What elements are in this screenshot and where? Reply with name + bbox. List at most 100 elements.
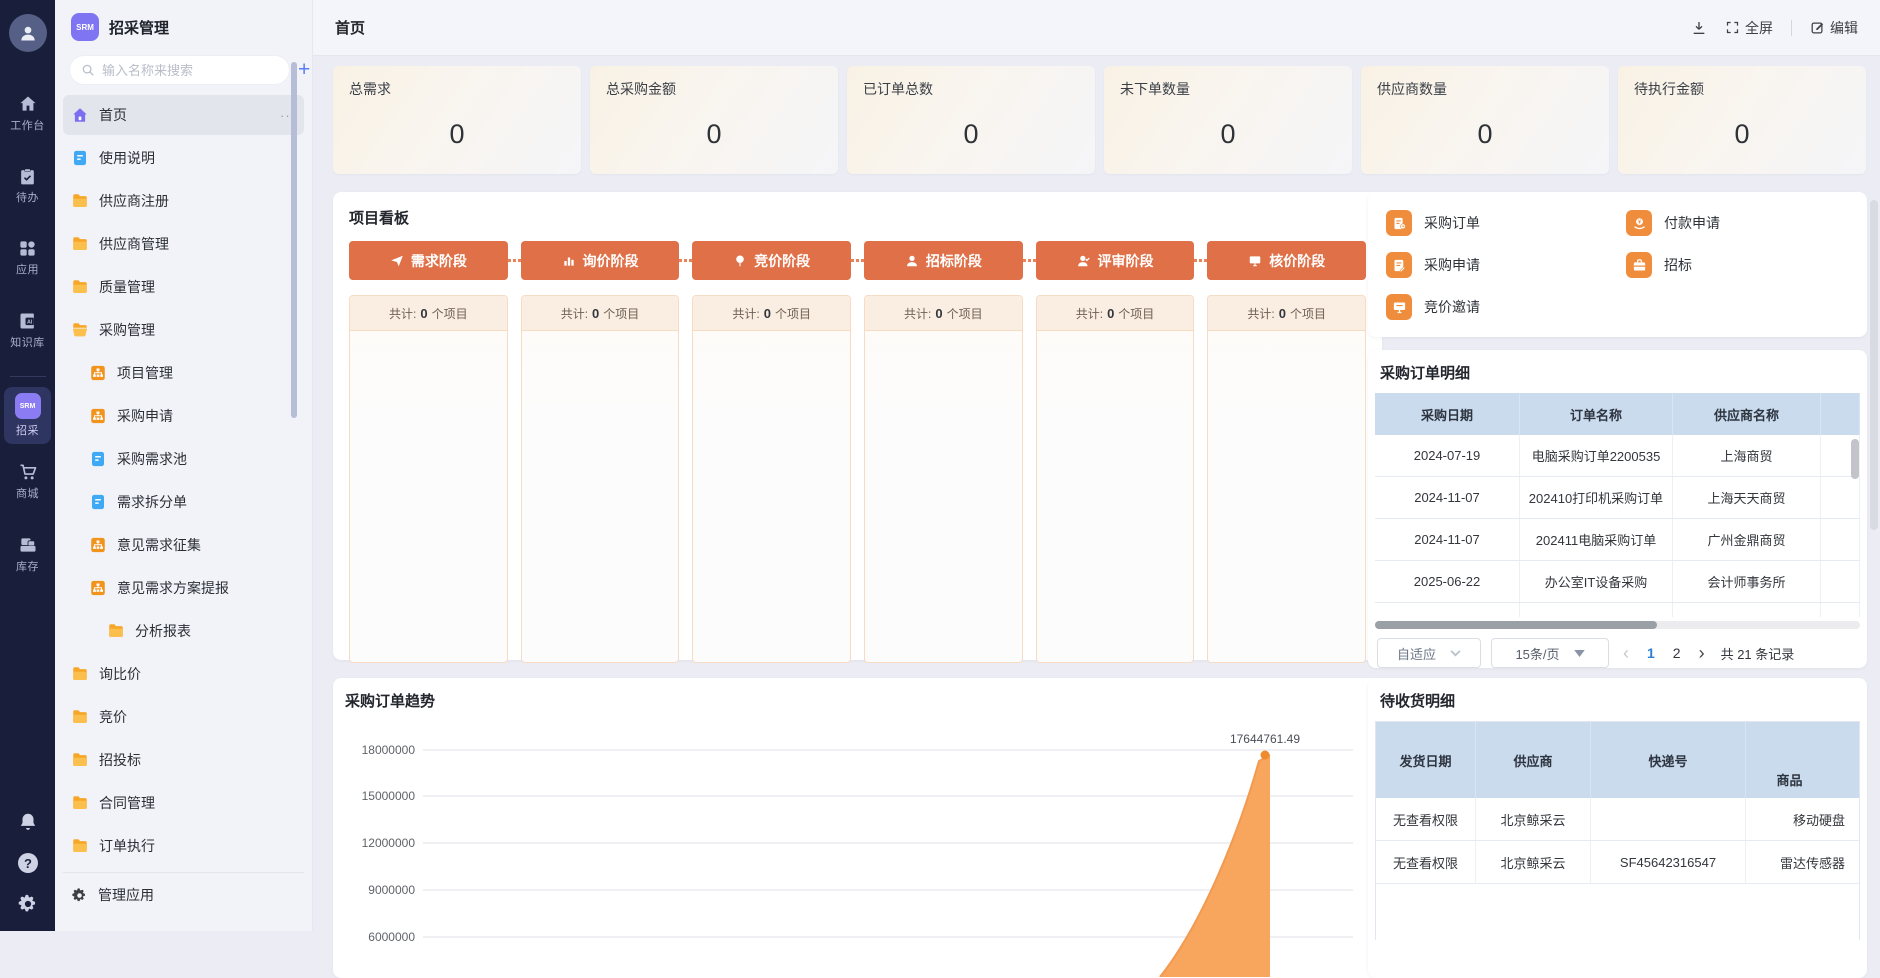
quick-link-label: 采购申请 xyxy=(1424,255,1480,275)
table-horizontal-scrollbar[interactable] xyxy=(1375,621,1860,629)
sidebar-item-tender[interactable]: 招投标 xyxy=(63,740,304,780)
sidebar-item-project-mgmt[interactable]: 项目管理 xyxy=(63,353,304,393)
settings-gear-icon[interactable] xyxy=(17,893,39,915)
rail-item-mall[interactable]: 商城 xyxy=(4,456,51,507)
page-title: 首页 xyxy=(335,17,365,38)
sidebar-item-purchase-mgmt[interactable]: 采购管理 xyxy=(63,310,304,350)
receiving-table-empty-area xyxy=(1375,884,1860,940)
col-purchase-date: 采购日期 xyxy=(1375,393,1520,435)
svg-text:AI: AI xyxy=(26,319,32,325)
rail-item-workbench[interactable]: 工作台 xyxy=(4,88,51,139)
sidebar-item-rfq[interactable]: 询比价 xyxy=(63,654,304,694)
quick-link-label: 付款申请 xyxy=(1664,213,1720,233)
quick-link-tender[interactable]: 招标 xyxy=(1626,244,1849,286)
sidebar-item-analysis-report[interactable]: 分析报表 xyxy=(63,611,304,651)
quick-link-label: 采购订单 xyxy=(1424,213,1480,233)
stage-button-auction[interactable]: 竞价阶段 xyxy=(692,241,851,280)
table-row[interactable]: 2025-06-22 办公室IT设备采购 会计师事务所 xyxy=(1375,561,1860,603)
sidebar-item-demand-pool[interactable]: 采购需求池 xyxy=(63,439,304,479)
add-icon[interactable]: + xyxy=(298,59,314,82)
sidebar-item-purchase-request[interactable]: 采购申请 xyxy=(63,396,304,436)
trend-area-chart: 18000000 15000000 12000000 9000000 60000… xyxy=(333,715,1382,977)
y-tick: 6000000 xyxy=(368,930,415,944)
trend-title: 采购订单趋势 xyxy=(333,690,1382,711)
receiving-panel: 待收货明细 发货日期 供应商 快递号 商品 无查看权限 北京鲸采云 移动硬盘 无… xyxy=(1368,678,1867,978)
prev-page-button[interactable]: ‹ xyxy=(1619,643,1633,664)
user-avatar[interactable] xyxy=(9,14,47,52)
edit-icon xyxy=(1810,20,1825,35)
sidebar-item-home[interactable]: 首页 ··· xyxy=(63,95,304,135)
briefcase-icon xyxy=(1626,252,1652,278)
rail-item-apps[interactable]: 应用 xyxy=(4,233,51,283)
stage-button-pricing[interactable]: 核价阶段 xyxy=(1207,241,1366,280)
sidebar-item-usage[interactable]: 使用说明 xyxy=(63,138,304,178)
table-row[interactable]: 2024-11-07 202410打印机采购订单 上海天天商贸 xyxy=(1375,477,1860,519)
rail-item-inventory[interactable]: 库存 xyxy=(4,529,51,580)
page-scrollbar[interactable] xyxy=(1870,200,1878,530)
table-vertical-scrollbar[interactable] xyxy=(1851,439,1859,479)
sidebar-item-opinion-plan[interactable]: 意见需求方案提报 xyxy=(63,568,304,608)
sidebar-item-order-exec[interactable]: 订单执行 xyxy=(63,826,304,866)
sidebar-item-label: 订单执行 xyxy=(99,836,296,856)
order-table-header: 采购日期 订单名称 供应商名称 xyxy=(1375,393,1860,435)
app-title: 招采管理 xyxy=(109,17,169,38)
folder-icon xyxy=(71,708,89,726)
help-icon[interactable]: ? xyxy=(16,851,40,875)
stat-value: 0 xyxy=(349,119,565,150)
table-row[interactable]: 2024-11-07 202411电脑采购订单 广州金鼎商贸 xyxy=(1375,519,1860,561)
quick-link-auction-invite[interactable]: 竞价邀请 xyxy=(1386,286,1626,328)
table-row[interactable]: 无查看权限 北京鲸采云 SF45642316547 雷达传感器 xyxy=(1376,841,1859,884)
sidebar-item-bidding[interactable]: 竞价 xyxy=(63,697,304,737)
gear-icon xyxy=(71,887,88,904)
fit-mode-select[interactable]: 自适应 xyxy=(1377,638,1481,668)
edit-button[interactable]: 编辑 xyxy=(1810,18,1858,38)
stage-button-tender[interactable]: 招标阶段 xyxy=(864,241,1023,280)
paper-plane-icon xyxy=(390,254,404,268)
sidebar-item-opinion-collect[interactable]: 意见需求征集 xyxy=(63,525,304,565)
download-button[interactable] xyxy=(1691,20,1707,36)
quick-link-purchase-order[interactable]: 采购订单 xyxy=(1386,202,1626,244)
bar-chart-icon xyxy=(562,254,576,268)
col-supplier: 供应商 xyxy=(1476,722,1591,798)
stat-card-suppliers: 供应商数量 0 xyxy=(1361,66,1609,174)
rail-item-knowledge[interactable]: AI 知识库 xyxy=(4,305,51,356)
total-records: 共 21 条记录 xyxy=(1721,644,1795,663)
home-icon xyxy=(18,94,38,114)
sidebar-item-contract[interactable]: 合同管理 xyxy=(63,783,304,823)
table-row[interactable]: 无查看权限 北京鲸采云 移动硬盘 xyxy=(1376,798,1859,841)
page-size-select[interactable]: 15条/页 xyxy=(1491,638,1609,668)
sidebar-item-quality-mgmt[interactable]: 质量管理 xyxy=(63,267,304,307)
stat-value: 0 xyxy=(863,119,1079,150)
bell-icon[interactable] xyxy=(17,811,39,833)
folder-icon xyxy=(107,622,125,640)
org-chart-icon xyxy=(89,364,107,382)
search-box[interactable] xyxy=(69,55,290,85)
stage-button-review[interactable]: 评审阶段 xyxy=(1036,241,1195,280)
next-page-button[interactable]: › xyxy=(1695,643,1709,664)
page-number-1[interactable]: 1 xyxy=(1643,645,1659,661)
stage-label: 询价阶段 xyxy=(583,251,639,271)
page-number-2[interactable]: 2 xyxy=(1669,645,1685,661)
sidebar-scrollbar[interactable] xyxy=(291,62,297,418)
stat-label: 总需求 xyxy=(349,79,565,99)
stage-button-inquiry[interactable]: 询价阶段 xyxy=(521,241,680,280)
quick-link-payment-request[interactable]: ¥ 付款申请 xyxy=(1626,202,1849,244)
chevron-down-icon xyxy=(1450,650,1461,657)
sidebar-item-admin-app[interactable]: 管理应用 xyxy=(63,875,304,915)
sidebar-item-supplier-register[interactable]: 供应商注册 xyxy=(63,181,304,221)
stage-label: 核价阶段 xyxy=(1269,251,1325,271)
sidebar-item-demand-split[interactable]: 需求拆分单 xyxy=(63,482,304,522)
stage-button-demand[interactable]: 需求阶段 xyxy=(349,241,508,280)
quick-link-purchase-request[interactable]: 采购申请 xyxy=(1386,244,1626,286)
search-input[interactable] xyxy=(102,63,278,78)
col-supplier-name: 供应商名称 xyxy=(1673,393,1821,435)
quick-link-label: 招标 xyxy=(1664,255,1692,275)
kanban-column-tender: 共计:0个项目 xyxy=(864,295,1023,663)
fullscreen-button[interactable]: 全屏 xyxy=(1725,18,1773,38)
sidebar-item-supplier-mgmt[interactable]: 供应商管理 xyxy=(63,224,304,264)
rail-item-todo[interactable]: 待办 xyxy=(4,161,51,211)
table-row[interactable]: 2024-07-19 电脑采购订单2200535 上海商贸 xyxy=(1375,435,1860,477)
kanban-column-review: 共计:0个项目 xyxy=(1036,295,1195,663)
rail-item-srm[interactable]: SRM 招采 xyxy=(4,387,51,444)
main-content: 首页 全屏 编辑 总需求 0 总采购金额 0 已订单总数 xyxy=(313,0,1880,931)
